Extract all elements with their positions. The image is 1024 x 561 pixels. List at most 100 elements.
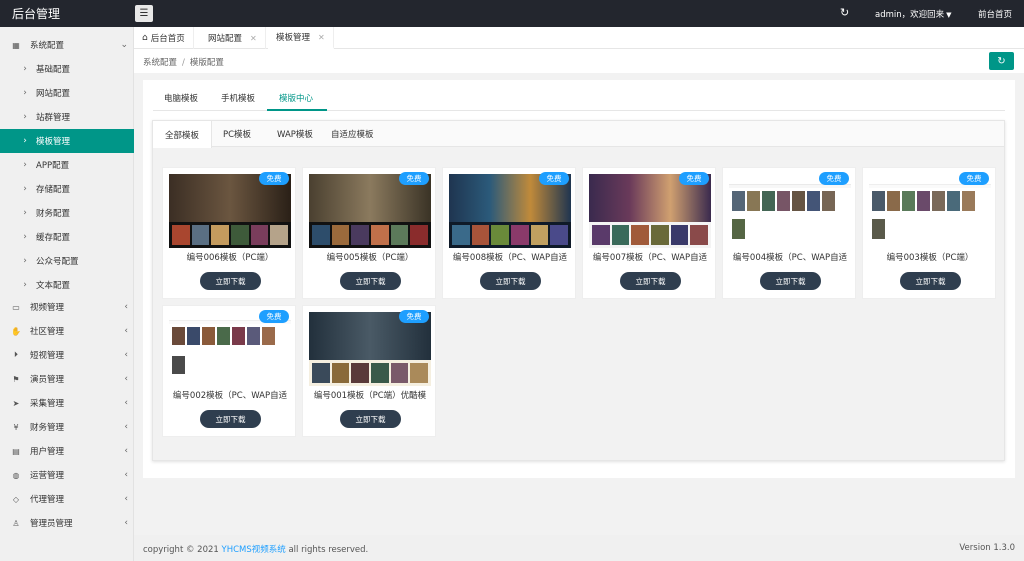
tab-responsive[interactable]: 自适应模板 [319, 121, 386, 147]
template-title: 编号007模板（PC、WAP自适 [592, 253, 708, 263]
template-thumbnail [449, 174, 571, 248]
download-button[interactable]: 立即下载 [620, 272, 681, 290]
template-title: 编号004模板（PC、WAP自适 [732, 253, 848, 263]
admin-label: admin，欢迎回来 [875, 10, 945, 20]
template-title: 编号001模板（PC端）优酷模 [313, 391, 427, 401]
download-button[interactable]: 立即下载 [340, 410, 401, 428]
breadcrumb-item[interactable]: 系统配置 [143, 58, 177, 68]
chevron-right-icon: › [23, 136, 27, 146]
sidebar-item-label: 公众号配置 [36, 257, 79, 267]
chevron-left-icon: ‹ [124, 518, 128, 528]
sidebar-item-system[interactable]: ▦ 系统配置 ⌄ [0, 33, 134, 57]
chevron-right-icon: › [23, 64, 27, 74]
chevron-right-icon: › [23, 184, 27, 194]
tab-label: 后台首页 [150, 34, 185, 44]
sidebar-item-storage[interactable]: › 存储配置 [0, 177, 134, 201]
tab-label: 模板管理 [276, 33, 311, 43]
tab-template[interactable]: 模板管理 ✕ [268, 27, 334, 49]
sidebar-item-short-video[interactable]: ⏵ 短视管理 ‹ [0, 343, 134, 367]
sidebar-item-station-group[interactable]: › 站群管理 [0, 105, 134, 129]
footer: copyright © 2021 YHCMS视频系统 all rights re… [134, 535, 1024, 561]
sidebar-item-community[interactable]: ✋ 社区管理 ‹ [0, 319, 134, 343]
brand-title: 后台管理 [12, 7, 61, 21]
download-button[interactable]: 立即下载 [900, 272, 961, 290]
version-label: Version 1.3.0 [959, 543, 1015, 553]
template-title: 编号003模板（PC端） [886, 253, 974, 263]
free-badge: 免费 [819, 172, 849, 185]
sidebar-item-label: 系统配置 [30, 41, 65, 51]
sidebar-item-agents[interactable]: ◇ 代理管理 ‹ [0, 487, 134, 511]
sidebar-item-wechat[interactable]: › 公众号配置 [0, 249, 134, 273]
sidebar-item-actors[interactable]: ⚑ 演员管理 ‹ [0, 367, 134, 391]
template-thumbnail [729, 174, 851, 248]
template-thumbnail [169, 174, 291, 248]
sidebar-item-operations[interactable]: ◍ 运营管理 ‹ [0, 463, 134, 487]
chevron-right-icon: › [23, 88, 27, 98]
main-panel: 电脑模板 手机模板 模版中心 全部模板 PC模板 WAP模板 自适应模板 免费 … [143, 80, 1015, 478]
user-card-icon: ▤ [12, 446, 20, 456]
download-button[interactable]: 立即下载 [200, 272, 261, 290]
sidebar-item-label: 运营管理 [30, 471, 65, 481]
free-badge: 免费 [539, 172, 569, 185]
chevron-left-icon: ‹ [124, 494, 128, 504]
chevron-right-icon: › [23, 208, 27, 218]
chevron-left-icon: ‹ [124, 326, 128, 336]
sidebar-item-app[interactable]: › APP配置 [0, 153, 134, 177]
template-thumbnail [589, 174, 711, 248]
tab-mobile-templates[interactable]: 手机模板 [221, 92, 255, 104]
chevron-down-icon: ▼ [946, 11, 952, 19]
template-card: 免费 编号003模板（PC端） 立即下载 [862, 167, 996, 299]
sidebar-item-label: 演员管理 [30, 375, 65, 385]
community-icon: ✋ [11, 326, 21, 336]
sidebar-item-label: 网站配置 [36, 89, 71, 99]
admin-menu[interactable]: admin，欢迎回来 ▼ [875, 8, 952, 20]
front-page-link[interactable]: 前台首页 [978, 8, 1012, 20]
person-icon: ♙ [12, 518, 20, 528]
download-button[interactable]: 立即下载 [760, 272, 821, 290]
tab-pc[interactable]: PC模板 [211, 121, 263, 147]
reload-button[interactable]: ↻ [989, 52, 1014, 70]
tab-all-templates[interactable]: 全部模板 [153, 121, 213, 148]
flag-icon: ⚑ [12, 374, 20, 384]
chevron-right-icon: › [23, 112, 27, 122]
close-icon[interactable]: ✕ [250, 34, 257, 43]
sidebar-item-label: 社区管理 [30, 327, 65, 337]
free-badge: 免费 [959, 172, 989, 185]
free-badge: 免费 [679, 172, 709, 185]
tab-wap[interactable]: WAP模板 [265, 121, 325, 147]
active-tab-indicator [267, 109, 327, 111]
download-button[interactable]: 立即下载 [200, 410, 261, 428]
sidebar-item-site[interactable]: › 网站配置 [0, 81, 134, 105]
video-icon: ▭ [12, 302, 20, 312]
sidebar-item-basic[interactable]: › 基础配置 [0, 57, 134, 81]
tab-site-config[interactable]: 网站配置 ✕ [200, 27, 266, 49]
tab-home[interactable]: ⌂ 后台首页 [134, 27, 194, 49]
play-icon: ⏵ [14, 350, 18, 359]
download-button[interactable]: 立即下载 [480, 272, 541, 290]
sidebar-item-video[interactable]: ▭ 视频管理 ‹ [0, 295, 134, 319]
sidebar-item-admins[interactable]: ♙ 管理员管理 ‹ [0, 511, 134, 535]
refresh-icon[interactable]: ↻ [840, 6, 849, 19]
sidebar-item-finance[interactable]: ¥ 财务管理 ‹ [0, 415, 134, 439]
breadcrumb-separator: / [182, 58, 185, 68]
sidebar-item-users[interactable]: ▤ 用户管理 ‹ [0, 439, 134, 463]
sidebar-item-template[interactable]: › 模板管理 [0, 129, 134, 153]
menu-collapse-icon[interactable]: ☰ [135, 5, 153, 22]
template-thumbnail [169, 312, 291, 386]
diamond-icon: ◇ [12, 494, 20, 504]
sidebar-item-collect[interactable]: ➤ 采集管理 ‹ [0, 391, 134, 415]
template-card: 免费 编号001模板（PC端）优酷模 立即下载 [302, 305, 436, 437]
tab-template-center[interactable]: 模版中心 [279, 92, 313, 104]
chevron-right-icon: › [23, 280, 27, 290]
download-button[interactable]: 立即下载 [340, 272, 401, 290]
close-icon[interactable]: ✕ [318, 33, 325, 42]
tab-pc-templates[interactable]: 电脑模板 [164, 92, 198, 104]
sidebar-item-text[interactable]: › 文本配置 [0, 273, 134, 297]
sidebar-item-label: 视频管理 [30, 303, 65, 313]
breadcrumb-bar: 系统配置 / 模版配置 ↻ [134, 49, 1024, 73]
sidebar-item-finance-config[interactable]: › 财务配置 [0, 201, 134, 225]
sidebar-item-cache[interactable]: › 缓存配置 [0, 225, 134, 249]
tab-label: 网站配置 [208, 34, 243, 44]
footer-brand-link[interactable]: YHCMS视频系统 [222, 545, 286, 555]
template-title: 编号008模板（PC、WAP自适 [452, 253, 568, 263]
